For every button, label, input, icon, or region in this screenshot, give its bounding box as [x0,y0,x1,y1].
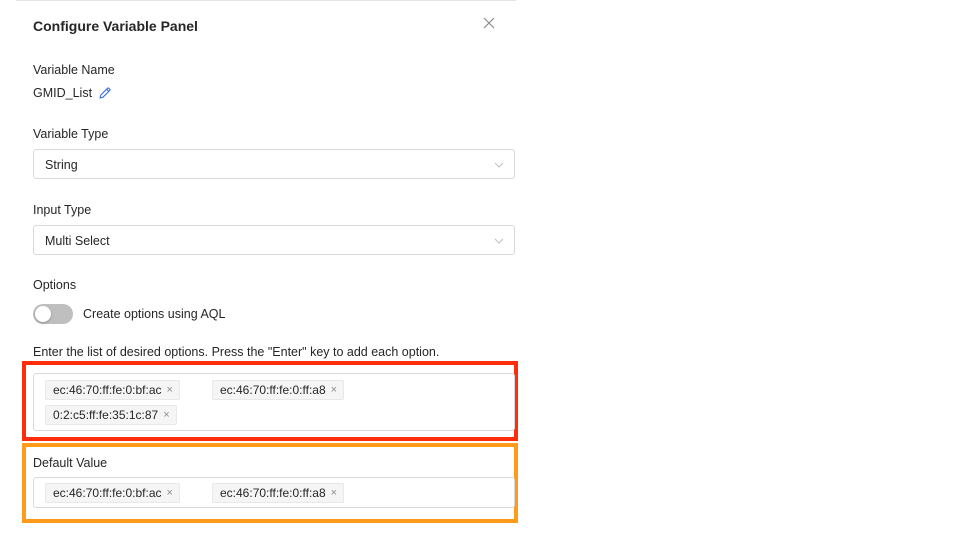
variable-type-select[interactable]: String [33,149,515,179]
variable-type-label: Variable Type [33,127,109,141]
variable-name-row: GMID_List [33,86,112,100]
option-tag: 0:2:c5:ff:fe:35:1c:87 × [45,405,177,425]
options-tags-input[interactable]: ec:46:70:ff:fe:0:bf:ac × ec:46:70:ff:fe:… [33,373,515,431]
panel-title: Configure Variable Panel [33,18,198,34]
variable-type-value: String [45,158,78,172]
aql-options-toggle[interactable] [33,304,73,324]
remove-tag-icon[interactable]: × [163,406,169,424]
default-value-tag-label: ec:46:70:ff:fe:0:ff:a8 [220,486,326,500]
option-tag-label: 0:2:c5:ff:fe:35:1c:87 [53,408,159,422]
default-value-tag: ec:46:70:ff:fe:0:bf:ac × [45,483,180,503]
aql-options-toggle-label: Create options using AQL [83,307,226,321]
pencil-icon[interactable] [98,86,112,100]
configure-variable-panel: Configure Variable Panel Variable Name G… [16,0,518,540]
toggle-knob [35,306,51,322]
options-label: Options [33,278,77,292]
default-value-input[interactable]: ec:46:70:ff:fe:0:bf:ac × ec:46:70:ff:fe:… [33,477,515,508]
options-hint: Enter the list of desired options. Press… [33,345,440,359]
input-type-value: Multi Select [45,234,110,248]
remove-tag-icon[interactable]: × [167,484,173,502]
panel-top-divider [16,0,516,1]
variable-name-label: Variable Name [33,63,115,77]
remove-tag-icon[interactable]: × [331,484,337,502]
variable-name-value: GMID_List [33,86,93,100]
remove-tag-icon[interactable]: × [331,381,337,399]
default-value-tag: ec:46:70:ff:fe:0:ff:a8 × [212,483,345,503]
option-tag-label: ec:46:70:ff:fe:0:bf:ac [53,383,162,397]
option-tag: ec:46:70:ff:fe:0:ff:a8 × [212,380,345,400]
input-type-select[interactable]: Multi Select [33,225,515,255]
option-tag-label: ec:46:70:ff:fe:0:ff:a8 [220,383,326,397]
chevron-down-icon [494,162,504,168]
default-value-tag-label: ec:46:70:ff:fe:0:bf:ac [53,486,162,500]
chevron-down-icon [494,238,504,244]
remove-tag-icon[interactable]: × [167,381,173,399]
close-icon[interactable] [480,14,498,32]
input-type-label: Input Type [33,203,92,217]
option-tag: ec:46:70:ff:fe:0:bf:ac × [45,380,180,400]
default-value-label: Default Value [33,456,108,470]
